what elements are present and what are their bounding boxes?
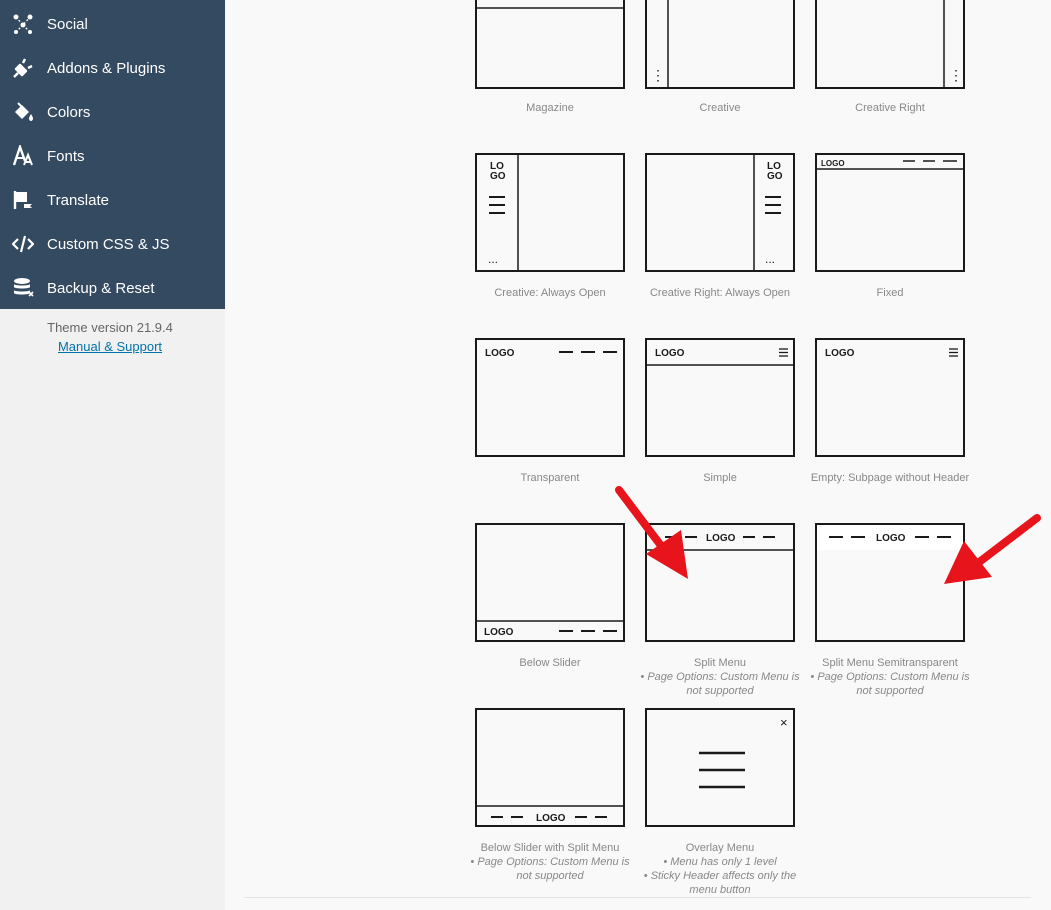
layout-option-fixed[interactable]: LOGO	[815, 153, 965, 272]
divider	[244, 897, 1031, 898]
svg-text:GO: GO	[767, 171, 783, 182]
layout-label: Below Slider	[519, 657, 581, 669]
paint-bucket-icon	[11, 100, 35, 124]
admin-sidebar: Social Addons & Plugins Colors Fonts Tra…	[0, 0, 225, 309]
sidebar-item-fonts[interactable]: Fonts	[0, 134, 225, 178]
annotation-arrow-right	[944, 514, 1041, 584]
svg-text:LOGO: LOGO	[484, 627, 514, 638]
sidebar-item-colors[interactable]: Colors	[0, 90, 225, 134]
sidebar-item-label: Backup & Reset	[47, 279, 155, 297]
close-icon: ×	[780, 715, 788, 730]
svg-text:LOGO: LOGO	[821, 159, 845, 168]
layout-label: Creative Right	[855, 102, 925, 114]
layout-label: Creative Right: Always Open	[649, 287, 790, 299]
sidebar-item-label: Social	[47, 15, 88, 33]
social-icon	[11, 12, 35, 36]
svg-text:...: ...	[488, 252, 498, 266]
layout-option-magazine[interactable]	[475, 0, 625, 89]
layout-option-below-slider[interactable]: LOGO	[475, 523, 625, 642]
layout-label: Split Menu • Page Options: Custom Menu is…	[640, 657, 800, 697]
sidebar-item-label: Translate	[47, 191, 109, 209]
sidebar-item-label: Custom CSS & JS	[47, 235, 170, 253]
layout-option-creative[interactable]: ⋮	[645, 0, 795, 89]
layout-option-empty-subpage[interactable]: LOGO	[815, 338, 965, 457]
font-icon	[11, 144, 35, 168]
svg-text:GO: GO	[490, 171, 506, 182]
svg-text:LOGO: LOGO	[876, 533, 906, 544]
sidebar-item-translate[interactable]: Translate	[0, 178, 225, 222]
sidebar-item-addons-plugins[interactable]: Addons & Plugins	[0, 46, 225, 90]
svg-text:LOGO: LOGO	[485, 348, 515, 359]
layout-option-overlay-menu[interactable]: ×	[645, 708, 795, 827]
layout-option-simple[interactable]: LOGO	[645, 338, 795, 457]
layout-label: Below Slider with Split Menu • Page Optio…	[470, 842, 630, 882]
layout-label: Magazine	[526, 102, 574, 114]
svg-text:LOGO: LOGO	[655, 348, 685, 359]
flag-icon	[11, 188, 35, 212]
svg-text:⋮: ⋮	[949, 67, 963, 83]
layout-option-transparent[interactable]: LOGO	[475, 338, 625, 457]
sidebar-item-backup-reset[interactable]: Backup & Reset	[0, 266, 225, 310]
svg-text:LOGO: LOGO	[825, 348, 855, 359]
layout-label: Split Menu Semitransparent • Page Options…	[810, 657, 970, 697]
layout-label: Simple	[703, 472, 737, 484]
theme-version: Theme version 21.9.4	[47, 320, 173, 335]
layout-label: Creative	[699, 102, 741, 114]
manual-support-link[interactable]: Manual & Support	[0, 339, 220, 354]
layout-label: Transparent	[520, 472, 580, 484]
svg-text:...: ...	[765, 252, 775, 266]
sidebar-item-social[interactable]: Social	[0, 2, 225, 46]
code-icon	[11, 232, 35, 256]
sidebar-item-label: Colors	[47, 103, 91, 121]
svg-text:⋮: ⋮	[651, 67, 665, 83]
layout-option-creative-right[interactable]: ⋮	[815, 0, 965, 89]
svg-text:LOGO: LOGO	[536, 813, 566, 824]
layout-label: Creative: Always Open	[494, 287, 606, 299]
layout-option-creative-right-always-open[interactable]: LO GO...	[645, 153, 795, 272]
sidebar-item-label: Fonts	[47, 147, 85, 165]
sidebar-footer	[0, 309, 225, 910]
layout-label: Overlay Menu • Menu has only 1 level • Sti…	[643, 842, 797, 896]
layout-label: Empty: Subpage without Header	[810, 472, 970, 484]
layout-label: Fixed	[876, 287, 904, 299]
sidebar-item-custom-css-js[interactable]: Custom CSS & JS	[0, 222, 225, 266]
svg-text:LOGO: LOGO	[706, 533, 736, 544]
layout-option-creative-always-open[interactable]: LO GO...	[475, 153, 625, 272]
database-icon	[11, 276, 35, 300]
sidebar-item-label: Addons & Plugins	[47, 59, 166, 77]
layout-option-below-slider-split-menu[interactable]: LOGO	[475, 708, 625, 827]
plug-icon	[11, 56, 35, 80]
annotation-arrow-left	[615, 486, 688, 579]
